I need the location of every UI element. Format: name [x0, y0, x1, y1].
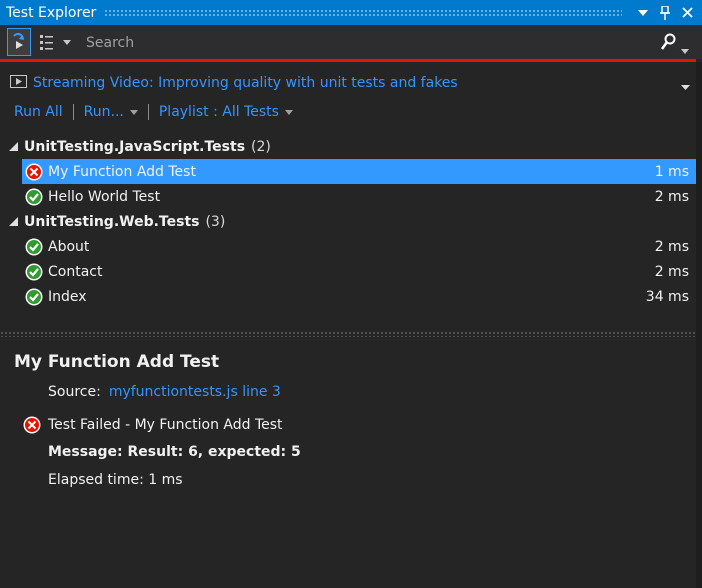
- elapsed-time: Elapsed time: 1 ms: [48, 472, 183, 488]
- test-row[interactable]: My Function Add Test 1 ms: [22, 159, 696, 184]
- chevron-down-icon[interactable]: [63, 28, 71, 56]
- passed-icon: [24, 187, 44, 207]
- group-by-button[interactable]: [39, 28, 61, 56]
- test-row[interactable]: About 2 ms: [0, 234, 696, 259]
- run-after-build-icon: [13, 33, 24, 49]
- group-count: (2): [251, 138, 271, 155]
- group-name: UnitTesting.Web.Tests: [24, 213, 200, 230]
- failed-icon: [22, 415, 42, 435]
- playlist-chevron-icon[interactable]: [284, 109, 293, 115]
- video-icon: [10, 73, 27, 92]
- search-input[interactable]: [84, 29, 648, 57]
- video-link-row: Streaming Video: Improving quality with …: [10, 73, 690, 92]
- command-bar: Run All Run... Playlist : All Tests: [14, 104, 293, 120]
- test-row[interactable]: Contact 2 ms: [0, 259, 696, 284]
- test-name: About: [48, 238, 90, 255]
- separator: [147, 104, 149, 120]
- result-text: Test Failed - My Function Add Test: [48, 417, 283, 433]
- test-duration: 2 ms: [654, 238, 689, 255]
- test-name: Hello World Test: [48, 188, 161, 205]
- test-group[interactable]: UnitTesting.JavaScript.Tests (2): [0, 134, 696, 159]
- run-all-link[interactable]: Run All: [14, 104, 63, 120]
- source-line: Source: myfunctiontests.js line 3: [48, 384, 281, 400]
- passed-icon: [24, 237, 44, 257]
- separator: [72, 104, 74, 120]
- group-by-icon: [40, 35, 53, 50]
- test-row[interactable]: Index 34 ms: [0, 284, 696, 309]
- search-icon[interactable]: [660, 33, 676, 55]
- test-group[interactable]: UnitTesting.Web.Tests (3): [0, 209, 696, 234]
- group-name: UnitTesting.JavaScript.Tests: [24, 138, 246, 155]
- test-tree: UnitTesting.JavaScript.Tests (2) My Func…: [0, 134, 696, 309]
- run-tests-after-build-button[interactable]: [7, 28, 31, 56]
- source-link[interactable]: myfunctiontests.js line 3: [109, 384, 281, 400]
- link-dropdown-icon[interactable]: [681, 75, 690, 94]
- test-duration: 34 ms: [645, 288, 689, 305]
- playlist-menu-link[interactable]: Playlist : All Tests: [159, 104, 279, 120]
- failure-message: Message: Result: 6, expected: 5: [48, 444, 301, 460]
- window-title: Test Explorer: [6, 4, 97, 21]
- passed-icon: [24, 287, 44, 307]
- right-edge: [696, 62, 702, 588]
- close-icon[interactable]: [676, 2, 698, 24]
- source-label: Source:: [48, 384, 101, 400]
- streaming-video-link[interactable]: Streaming Video: Improving quality with …: [33, 75, 458, 91]
- pin-icon[interactable]: [654, 2, 676, 24]
- expand-triangle-icon[interactable]: [2, 217, 24, 226]
- expand-triangle-icon[interactable]: [2, 142, 24, 151]
- test-duration: 1 ms: [654, 163, 689, 180]
- passed-icon: [24, 262, 44, 282]
- detail-title: My Function Add Test: [14, 352, 220, 372]
- test-row[interactable]: Hello World Test 2 ms: [0, 184, 696, 209]
- search-options-chevron-icon[interactable]: [681, 39, 689, 58]
- test-name: Contact: [48, 263, 103, 280]
- run-menu-chevron-icon[interactable]: [129, 109, 138, 115]
- title-grip[interactable]: [104, 9, 622, 16]
- pane-splitter[interactable]: [0, 331, 696, 337]
- test-name: Index: [48, 288, 87, 305]
- failure-status-bar: [0, 59, 696, 62]
- toolbar: [0, 25, 702, 59]
- test-name: My Function Add Test: [48, 163, 196, 180]
- title-bar: Test Explorer: [0, 0, 702, 25]
- dropdown-icon[interactable]: [632, 2, 654, 24]
- failed-icon: [24, 162, 44, 182]
- result-line: Test Failed - My Function Add Test: [22, 415, 283, 435]
- run-menu-link[interactable]: Run...: [84, 104, 124, 120]
- group-count: (3): [205, 213, 226, 230]
- test-duration: 2 ms: [654, 188, 689, 205]
- test-duration: 2 ms: [654, 263, 689, 280]
